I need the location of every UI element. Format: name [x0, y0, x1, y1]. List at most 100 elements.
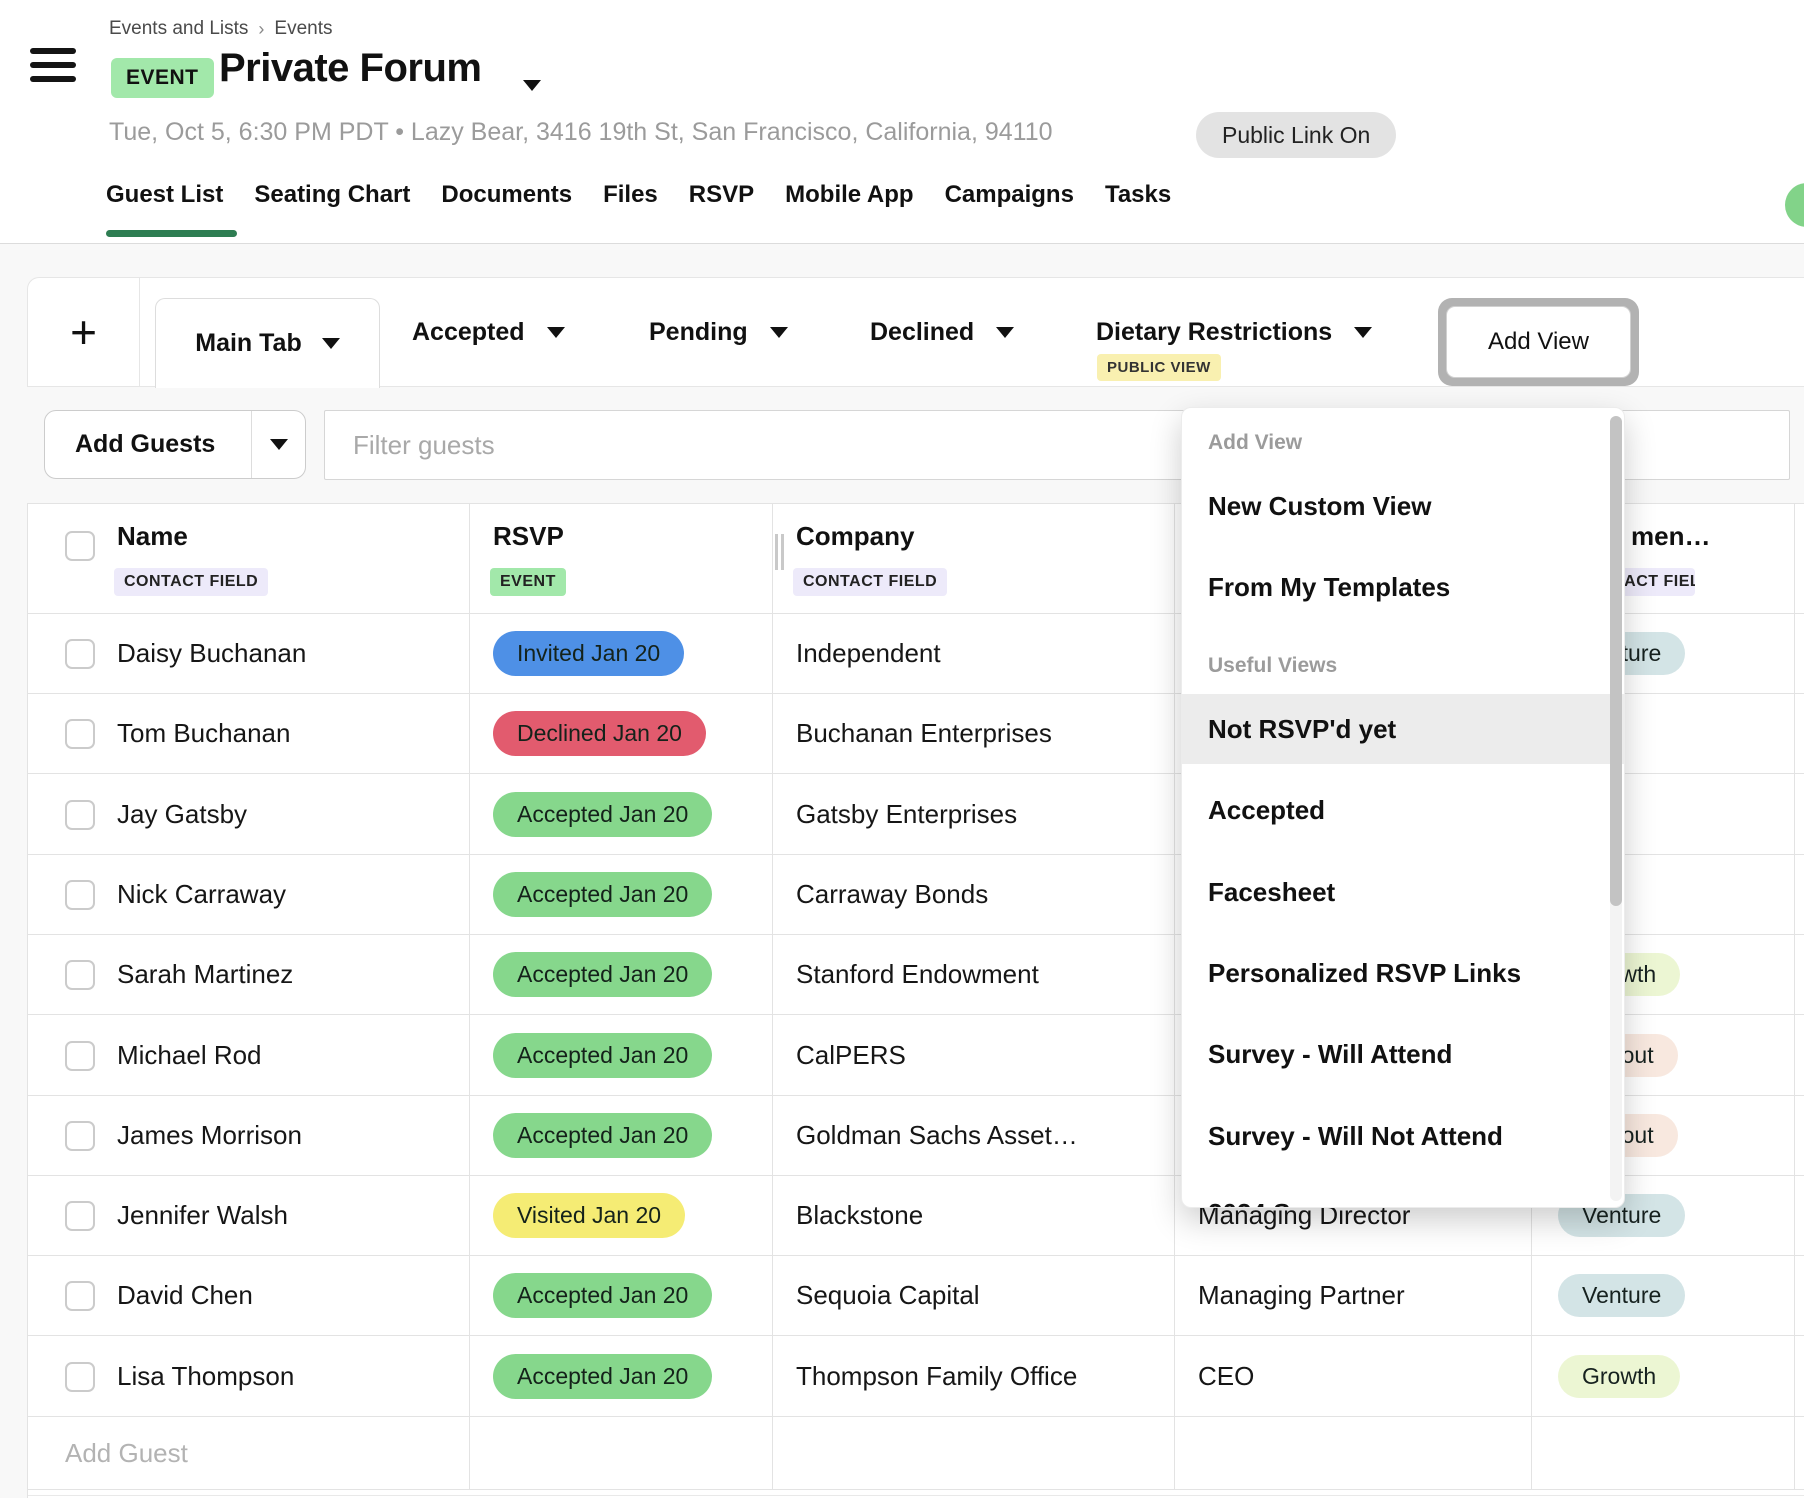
- guest-name: Michael Rod: [117, 1040, 262, 1071]
- dropdown-row[interactable]: 2024 S: [1182, 1178, 1625, 1208]
- add-guests-button[interactable]: Add Guests: [44, 410, 306, 479]
- title-chevron-down-icon[interactable]: [523, 80, 541, 91]
- rsvp-pill[interactable]: Accepted Jan 20: [493, 1033, 712, 1078]
- column-header-partial[interactable]: men…: [1631, 521, 1710, 552]
- add-tab-button[interactable]: +: [28, 278, 140, 386]
- row-checkbox[interactable]: [65, 1281, 95, 1311]
- row-checkbox[interactable]: [65, 1041, 95, 1071]
- dropdown-row: Add View: [1182, 408, 1625, 478]
- rsvp-pill[interactable]: Accepted Jan 20: [493, 1354, 712, 1399]
- dropdown-row[interactable]: Not RSVP'd yet: [1182, 694, 1625, 764]
- rsvp-pill[interactable]: Accepted Jan 20: [493, 792, 712, 837]
- nav-tab-rsvp[interactable]: RSVP: [689, 181, 754, 209]
- column-header-company[interactable]: Company: [796, 521, 914, 552]
- next-row-top-edge: [28, 1495, 1804, 1496]
- hamburger-menu-icon[interactable]: [30, 48, 76, 82]
- add-guest-placeholder: Add Guest: [65, 1417, 188, 1489]
- dropdown-row[interactable]: Facesheet: [1182, 857, 1625, 927]
- column-header-rsvp[interactable]: RSVP: [493, 521, 564, 552]
- column-type-badge: CONTACT FIELD: [793, 568, 947, 596]
- nav-tab-files[interactable]: Files: [603, 181, 658, 209]
- breadcrumb-events-and-lists[interactable]: Events and Lists: [109, 18, 248, 40]
- breadcrumb-events[interactable]: Events: [274, 18, 332, 40]
- view-tab-label: Pending: [649, 318, 748, 347]
- column-type-badge: CONTACT FIELD: [114, 568, 268, 596]
- chevron-down-icon: [270, 439, 288, 450]
- dropdown-scrollbar-thumb[interactable]: [1610, 416, 1622, 906]
- view-tab-accepted[interactable]: Accepted: [412, 278, 565, 386]
- column-resize-handle[interactable]: [775, 534, 784, 570]
- add-view-dropdown: Add View New Custom View From My Templat…: [1181, 407, 1625, 1208]
- dropdown-row: Useful Views: [1182, 631, 1625, 701]
- dropdown-label: Not RSVP'd yet: [1208, 714, 1396, 745]
- breadcrumb-separator-icon: ›: [258, 19, 264, 40]
- rsvp-pill[interactable]: Accepted Jan 20: [493, 1113, 712, 1158]
- select-all-checkbox[interactable]: [65, 531, 95, 561]
- rsvp-pill[interactable]: Declined Jan 20: [493, 711, 706, 756]
- chevron-down-icon: [770, 327, 788, 338]
- row-checkbox[interactable]: [65, 1121, 95, 1151]
- rsvp-pill[interactable]: Accepted Jan 20: [493, 872, 712, 917]
- guest-name: David Chen: [117, 1280, 253, 1311]
- guest-name: Jennifer Walsh: [117, 1200, 288, 1231]
- dropdown-row[interactable]: From My Templates: [1182, 552, 1625, 622]
- row-checkbox[interactable]: [65, 960, 95, 990]
- view-tab-main-tab[interactable]: Main Tab: [155, 298, 380, 388]
- dropdown-row[interactable]: New Custom View: [1182, 471, 1625, 541]
- view-tab-pending[interactable]: Pending: [649, 278, 788, 386]
- chevron-down-icon: [1354, 327, 1372, 338]
- nav-tab-tasks[interactable]: Tasks: [1105, 181, 1171, 209]
- add-guest-row[interactable]: Add Guest: [28, 1417, 1804, 1490]
- guest-name: James Morrison: [117, 1120, 302, 1151]
- screen: Events and Lists › Events EVENT Private …: [0, 0, 1804, 1498]
- nav-tab-documents[interactable]: Documents: [441, 181, 572, 209]
- add-guests-dropdown-toggle[interactable]: [251, 411, 305, 478]
- view-tab-label: Main Tab: [195, 329, 301, 358]
- dropdown-label: 2024 S: [1208, 1198, 1290, 1209]
- row-checkbox[interactable]: [65, 1201, 95, 1231]
- row-checkbox[interactable]: [65, 880, 95, 910]
- nav-tab-mobile-app[interactable]: Mobile App: [785, 181, 913, 209]
- dropdown-row[interactable]: Survey - Will Not Attend: [1182, 1101, 1625, 1171]
- nav-tab-campaigns[interactable]: Campaigns: [945, 181, 1074, 209]
- guest-company: Goldman Sachs Asset…: [796, 1120, 1078, 1151]
- rsvp-pill[interactable]: Accepted Jan 20: [493, 1273, 712, 1318]
- nav-tab-guest-list[interactable]: Guest List: [106, 181, 223, 209]
- row-checkbox[interactable]: [65, 800, 95, 830]
- chevron-down-icon: [996, 327, 1014, 338]
- guest-name: Sarah Martinez: [117, 959, 293, 990]
- guest-company: Stanford Endowment: [796, 959, 1039, 990]
- dropdown-label: Add View: [1208, 431, 1302, 455]
- guest-company: Thompson Family Office: [796, 1361, 1077, 1392]
- table-row[interactable]: Lisa Thompson Accepted Jan 20 Thompson F…: [28, 1337, 1804, 1417]
- rsvp-pill[interactable]: Accepted Jan 20: [493, 952, 712, 997]
- add-view-button[interactable]: Add View: [1446, 306, 1631, 378]
- row-checkbox[interactable]: [65, 639, 95, 669]
- guest-name: Nick Carraway: [117, 879, 286, 910]
- column-header-name[interactable]: Name: [117, 521, 188, 552]
- floating-action-button[interactable]: [1785, 183, 1804, 227]
- dropdown-label: From My Templates: [1208, 572, 1450, 603]
- table-row[interactable]: David Chen Accepted Jan 20 Sequoia Capit…: [28, 1256, 1804, 1336]
- row-checkbox[interactable]: [65, 719, 95, 749]
- breadcrumb: Events and Lists › Events: [109, 18, 333, 40]
- rsvp-pill[interactable]: Visited Jan 20: [493, 1193, 685, 1238]
- header-divider: [0, 243, 1804, 244]
- dropdown-row[interactable]: Survey - Will Attend: [1182, 1019, 1625, 1089]
- view-tab-strip: + Main Tab Accepted Pending Declined Die…: [27, 277, 1804, 387]
- guest-company: Blackstone: [796, 1200, 923, 1231]
- row-checkbox[interactable]: [65, 1362, 95, 1392]
- tag-pill: Venture: [1558, 1274, 1685, 1317]
- dropdown-label: New Custom View: [1208, 491, 1431, 522]
- dropdown-row[interactable]: Personalized RSVP Links: [1182, 938, 1625, 1008]
- public-link-badge[interactable]: Public Link On: [1196, 112, 1396, 158]
- dropdown-row[interactable]: Accepted: [1182, 775, 1625, 845]
- chevron-down-icon: [322, 338, 340, 349]
- page-title: Private Forum: [219, 46, 481, 91]
- view-tab-label: Dietary Restrictions: [1096, 318, 1332, 347]
- rsvp-pill[interactable]: Invited Jan 20: [493, 631, 684, 676]
- view-tab-declined[interactable]: Declined: [870, 278, 1014, 386]
- nav-tab-seating-chart[interactable]: Seating Chart: [254, 181, 410, 209]
- guest-name: Lisa Thompson: [117, 1361, 294, 1392]
- add-view-button-focus-ring: Add View: [1438, 298, 1639, 386]
